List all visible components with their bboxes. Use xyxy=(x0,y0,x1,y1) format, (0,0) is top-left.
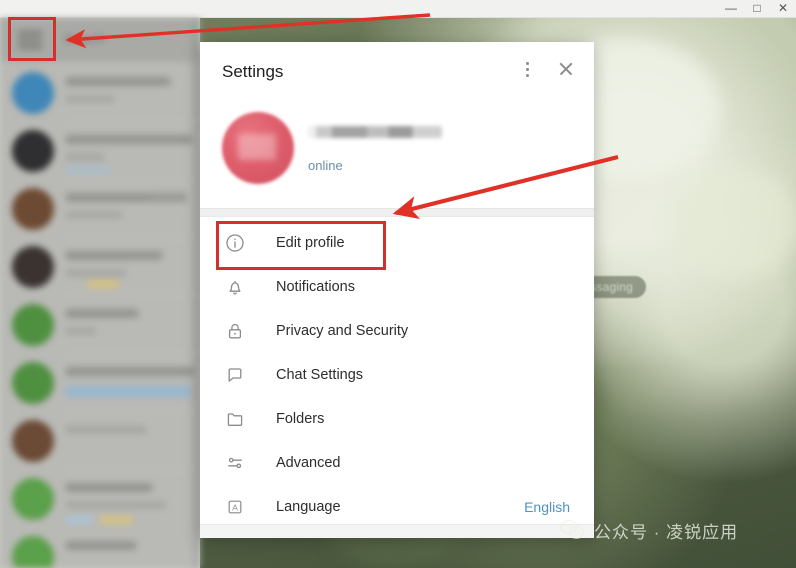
list-item-title xyxy=(66,77,170,86)
list-item-meta xyxy=(66,516,92,524)
watermark-text: 公众号 · 凌锐应用 xyxy=(594,523,739,542)
divider xyxy=(200,208,594,217)
avatar xyxy=(12,72,54,114)
settings-item-label: Folders xyxy=(276,411,325,427)
window-titlebar: — □ ✕ xyxy=(0,0,796,18)
list-item[interactable] xyxy=(0,470,200,528)
settings-item-label: Notifications xyxy=(276,279,355,295)
settings-menu: Edit profile Notifications Privacy and S… xyxy=(200,217,594,529)
list-item-meta xyxy=(66,386,190,397)
background-petal xyxy=(670,168,796,278)
maximize-icon: □ xyxy=(753,1,761,15)
dialog-header: Settings xyxy=(200,42,594,104)
more-vertical-icon[interactable] xyxy=(518,58,536,80)
settings-item-label: Privacy and Security xyxy=(276,323,409,339)
settings-item-label: Edit profile xyxy=(276,235,345,251)
list-item-title xyxy=(66,483,152,492)
bell-icon xyxy=(224,276,246,298)
sliders-icon xyxy=(224,452,246,474)
sidebar-search-bar[interactable]: Search xyxy=(0,18,200,62)
list-item-title xyxy=(66,541,136,550)
app-window: — □ ✕ …ssaging Search Settings online Ed… xyxy=(0,0,796,568)
list-item-subtitle xyxy=(66,211,122,219)
settings-item-edit-profile[interactable]: Edit profile xyxy=(200,221,594,265)
dialog-header-actions xyxy=(518,58,576,80)
language-a-icon: A xyxy=(224,496,246,518)
list-item[interactable] xyxy=(0,238,200,296)
minimize-icon: — xyxy=(725,1,737,15)
profile-username-redacted xyxy=(308,126,442,138)
settings-item-label: Advanced xyxy=(276,455,341,471)
list-item-meta xyxy=(150,192,184,200)
list-item[interactable] xyxy=(0,296,200,354)
settings-dialog: Settings online Edit profile Notificatio… xyxy=(200,42,594,538)
avatar xyxy=(12,478,54,520)
settings-item-chat-settings[interactable]: Chat Settings xyxy=(200,353,594,397)
wechat-icon xyxy=(560,519,586,542)
list-item[interactable] xyxy=(0,354,200,412)
avatar xyxy=(12,420,54,462)
settings-item-label: Language xyxy=(276,499,341,515)
page-title: Settings xyxy=(222,62,284,81)
list-item-title xyxy=(66,425,146,434)
chat-bubble-icon xyxy=(224,364,246,386)
close-window-icon: ✕ xyxy=(777,1,789,15)
list-item-meta xyxy=(100,516,132,524)
list-item-title xyxy=(66,367,194,376)
status-badge: online xyxy=(308,158,343,173)
list-item-meta xyxy=(66,166,110,174)
watermark: 公众号 · 凌锐应用 xyxy=(560,518,738,543)
settings-item-language[interactable]: A Language English xyxy=(200,485,594,529)
list-item-subtitle xyxy=(66,95,114,103)
list-item[interactable] xyxy=(0,180,200,238)
lock-icon xyxy=(224,320,246,342)
close-window-button[interactable]: ✕ xyxy=(776,1,790,15)
window-controls: — □ ✕ xyxy=(724,1,790,15)
avatar xyxy=(12,188,54,230)
list-item-title xyxy=(66,251,162,260)
settings-item-label: Chat Settings xyxy=(276,367,364,383)
avatar[interactable] xyxy=(222,112,294,184)
avatar xyxy=(12,246,54,288)
settings-item-folders[interactable]: Folders xyxy=(200,397,594,441)
maximize-button[interactable]: □ xyxy=(750,1,764,15)
info-circle-icon xyxy=(224,232,246,254)
list-item-subtitle xyxy=(66,153,104,161)
settings-item-value-language[interactable]: English xyxy=(524,499,570,515)
list-item-title xyxy=(66,135,192,144)
settings-item-advanced[interactable]: Advanced xyxy=(200,441,594,485)
list-item[interactable] xyxy=(0,412,200,470)
avatar xyxy=(12,130,54,172)
close-icon[interactable] xyxy=(556,58,576,80)
minimize-button[interactable]: — xyxy=(724,1,738,15)
list-item-meta xyxy=(88,280,118,288)
settings-item-privacy-and-security[interactable]: Privacy and Security xyxy=(200,309,594,353)
list-item-title xyxy=(66,309,138,318)
list-item-subtitle xyxy=(66,501,166,509)
dialog-footer xyxy=(200,524,594,538)
chat-list-sidebar[interactable]: Search xyxy=(0,18,200,568)
list-item-subtitle xyxy=(66,327,96,335)
search-input[interactable]: Search xyxy=(64,31,105,46)
avatar xyxy=(12,362,54,404)
list-item[interactable] xyxy=(0,122,200,180)
list-item[interactable] xyxy=(0,64,200,122)
list-item[interactable] xyxy=(0,528,200,568)
avatar xyxy=(12,536,54,568)
avatar xyxy=(12,304,54,346)
folder-icon xyxy=(224,408,246,430)
sidebar-edge-shadow xyxy=(190,18,200,568)
profile-summary[interactable]: online xyxy=(200,104,594,208)
list-item-subtitle xyxy=(66,269,126,277)
svg-text:A: A xyxy=(232,502,238,512)
hamburger-icon[interactable] xyxy=(18,32,42,48)
settings-item-notifications[interactable]: Notifications xyxy=(200,265,594,309)
